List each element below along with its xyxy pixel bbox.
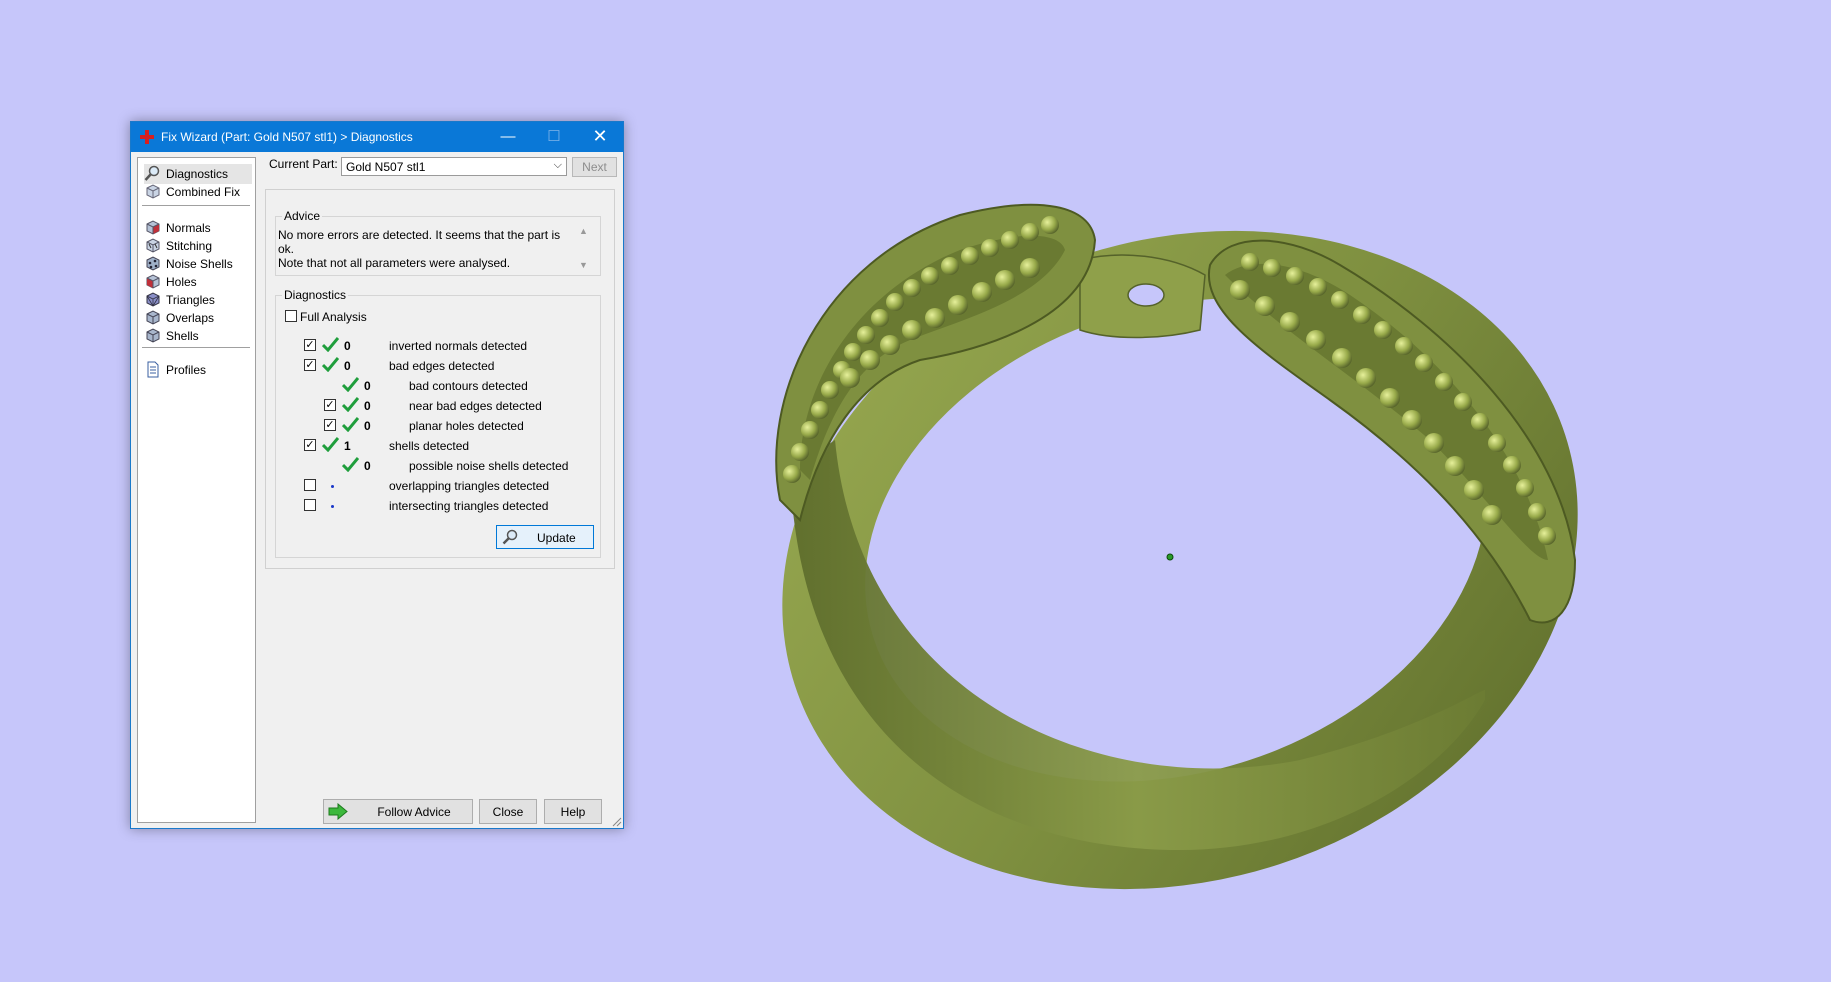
maximize-button[interactable]: ☐ bbox=[531, 122, 577, 152]
diag-checkbox-overlapping-triangles[interactable] bbox=[304, 479, 316, 491]
diag-count: 1 bbox=[344, 439, 351, 453]
sidebar-item-diagnostics[interactable]: Diagnostics bbox=[144, 164, 252, 184]
sidebar-divider bbox=[142, 205, 250, 207]
pending-dot-icon bbox=[331, 485, 334, 488]
sidebar-item-noise-shells[interactable]: Noise Shells bbox=[144, 254, 252, 274]
scroll-up-icon[interactable]: ▲ bbox=[579, 226, 588, 236]
close-button[interactable]: Close bbox=[479, 799, 537, 824]
diag-count: 0 bbox=[364, 419, 371, 433]
fix-wizard-dialog: Fix Wizard (Part: Gold N507 stl1) > Diag… bbox=[130, 121, 624, 829]
current-part-value: Gold N507 stl1 bbox=[346, 160, 426, 174]
full-analysis-checkbox[interactable] bbox=[285, 310, 297, 322]
app-icon bbox=[140, 130, 154, 144]
diag-checkbox-bad-edges[interactable]: ✓ bbox=[304, 359, 316, 371]
sidebar-item-label: Triangles bbox=[166, 293, 215, 307]
diag-checkbox-near-bad-edges[interactable]: ✓ bbox=[324, 399, 336, 411]
title-bar[interactable]: Fix Wizard (Part: Gold N507 stl1) > Diag… bbox=[131, 122, 623, 152]
sidebar-item-triangles[interactable]: Triangles bbox=[144, 290, 252, 310]
check-ok-icon bbox=[322, 437, 339, 452]
document-icon bbox=[147, 361, 159, 378]
check-ok-icon bbox=[342, 397, 359, 412]
sidebar-item-label: Shells bbox=[166, 329, 199, 343]
advice-text: No more errors are detected. It seems th… bbox=[278, 228, 578, 270]
diag-checkbox-shells[interactable]: ✓ bbox=[304, 439, 316, 451]
sidebar-item-label: Holes bbox=[166, 275, 197, 289]
magnifier-icon bbox=[502, 529, 518, 545]
diag-label: intersecting triangles detected bbox=[389, 499, 549, 513]
shells-cube-icon bbox=[146, 328, 160, 343]
holes-cube-icon bbox=[146, 274, 160, 289]
current-part-label: Current Part: bbox=[269, 157, 338, 171]
magnifier-icon bbox=[144, 165, 160, 181]
normals-cube-icon bbox=[146, 220, 160, 235]
sidebar-item-profiles[interactable]: Profiles bbox=[144, 360, 252, 380]
diag-label: planar holes detected bbox=[409, 419, 524, 433]
diag-label: near bad edges detected bbox=[409, 399, 542, 413]
diag-count: 0 bbox=[364, 459, 371, 473]
close-label: Close bbox=[492, 805, 524, 819]
sidebar-item-stitching[interactable]: Stitching bbox=[144, 236, 252, 256]
diag-count: 0 bbox=[364, 379, 371, 393]
advice-line-2: Note that not all parameters were analys… bbox=[278, 256, 511, 270]
window-title: Fix Wizard (Part: Gold N507 stl1) > Diag… bbox=[161, 130, 413, 144]
sidebar-item-label: Overlaps bbox=[166, 311, 215, 325]
wizard-sidebar: Diagnostics Combined Fix Normals Stitchi… bbox=[137, 157, 256, 823]
sidebar-item-overlaps[interactable]: Overlaps bbox=[144, 308, 252, 328]
sidebar-item-label: Combined Fix bbox=[166, 185, 241, 199]
help-button[interactable]: Help bbox=[544, 799, 602, 824]
minimize-button[interactable]: — bbox=[485, 122, 531, 152]
diag-label: bad edges detected bbox=[389, 359, 495, 373]
sidebar-item-label: Stitching bbox=[166, 239, 213, 253]
sidebar-item-label: Profiles bbox=[166, 363, 207, 377]
follow-advice-button[interactable]: Follow Advice bbox=[323, 799, 473, 824]
scroll-down-icon[interactable]: ▼ bbox=[579, 260, 588, 270]
noise-shells-cube-icon bbox=[146, 256, 160, 271]
check-ok-icon bbox=[342, 377, 359, 392]
chevron-down-icon: ⌵ bbox=[553, 159, 562, 171]
advice-scrollbar[interactable]: ▲ ▼ bbox=[578, 226, 591, 270]
current-part-select[interactable]: Gold N507 stl1 ⌵ bbox=[341, 157, 567, 176]
diag-label: inverted normals detected bbox=[389, 339, 528, 353]
sidebar-item-normals[interactable]: Normals bbox=[144, 218, 252, 238]
check-ok-icon bbox=[322, 357, 339, 372]
advice-line-1: No more errors are detected. It seems th… bbox=[278, 228, 561, 256]
sidebar-item-label: Noise Shells bbox=[166, 257, 233, 271]
check-ok-icon bbox=[342, 457, 359, 472]
next-button[interactable]: Next bbox=[572, 157, 617, 177]
follow-advice-label: Follow Advice bbox=[377, 805, 451, 819]
pending-dot-icon bbox=[331, 505, 334, 508]
overlaps-cube-icon bbox=[146, 310, 160, 325]
check-ok-icon bbox=[322, 337, 339, 352]
resize-grip-icon[interactable] bbox=[612, 817, 622, 827]
diag-label: bad contours detected bbox=[409, 379, 528, 393]
sidebar-item-label: Normals bbox=[166, 221, 211, 235]
diag-checkbox-intersecting-triangles[interactable] bbox=[304, 499, 316, 511]
sidebar-item-label: Diagnostics bbox=[166, 167, 229, 181]
diag-count: 0 bbox=[364, 399, 371, 413]
check-ok-icon bbox=[342, 417, 359, 432]
sidebar-item-holes[interactable]: Holes bbox=[144, 272, 252, 292]
help-label: Help bbox=[560, 805, 586, 819]
diag-count: 0 bbox=[344, 339, 351, 353]
sidebar-divider bbox=[142, 347, 250, 349]
diag-checkbox-inverted-normals[interactable]: ✓ bbox=[304, 339, 316, 351]
sidebar-item-combined-fix[interactable]: Combined Fix bbox=[144, 182, 252, 202]
stitching-cube-icon bbox=[146, 238, 160, 253]
diag-label: overlapping triangles detected bbox=[389, 479, 550, 493]
close-window-button[interactable]: ✕ bbox=[577, 122, 623, 152]
diag-label: shells detected bbox=[389, 439, 470, 453]
full-analysis-label: Full Analysis bbox=[300, 310, 367, 324]
diag-count: 0 bbox=[344, 359, 351, 373]
triangles-cube-icon bbox=[146, 292, 160, 307]
update-button[interactable]: Update bbox=[496, 525, 594, 549]
diag-label: possible noise shells detected bbox=[409, 459, 569, 473]
diag-checkbox-planar-holes[interactable]: ✓ bbox=[324, 419, 336, 431]
update-label: Update bbox=[537, 531, 576, 545]
advice-legend: Advice bbox=[282, 209, 323, 223]
sidebar-item-shells[interactable]: Shells bbox=[144, 326, 252, 346]
diagnostics-legend: Diagnostics bbox=[282, 288, 349, 302]
cube-icon bbox=[146, 184, 160, 199]
